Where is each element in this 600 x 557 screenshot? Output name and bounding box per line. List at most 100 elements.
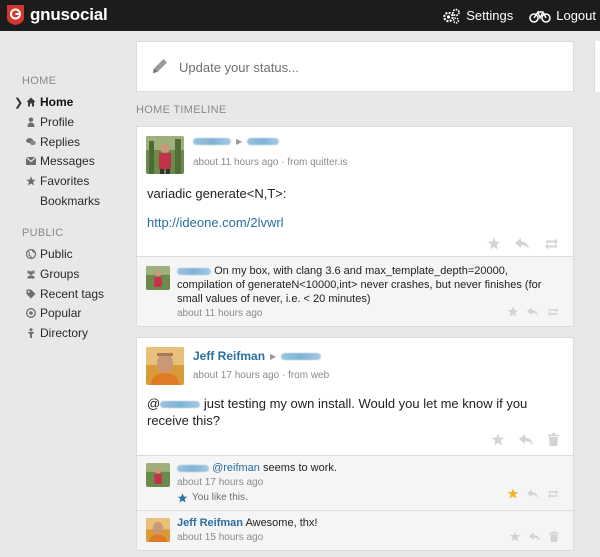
- repeat-button[interactable]: [547, 307, 559, 317]
- logout-link[interactable]: Logout: [529, 8, 596, 23]
- reply-button[interactable]: [527, 488, 539, 499]
- notice-author-line: Jeff Reifman ▶: [193, 349, 322, 363]
- right-panel-edge: [594, 41, 600, 92]
- settings-link[interactable]: Settings: [442, 8, 513, 24]
- reply-actions: [495, 531, 559, 542]
- top-bar: gnusocial Settings Logout: [0, 0, 600, 31]
- reply-button[interactable]: [515, 237, 530, 250]
- star-icon: [177, 492, 188, 502]
- star-filled-icon: [507, 488, 519, 499]
- author-name-redacted[interactable]: [177, 464, 209, 472]
- notice-source: · from web: [281, 370, 330, 381]
- favorite-button[interactable]: [507, 306, 519, 317]
- avatar[interactable]: [146, 347, 184, 385]
- favorite-button[interactable]: [509, 531, 521, 542]
- notice-actions: [477, 433, 559, 446]
- sidebar-item-label: Replies: [40, 135, 81, 149]
- public-section-heading: PUBLIC: [22, 227, 64, 239]
- notice-text: just testing my own install. Would you l…: [147, 396, 528, 428]
- reply-text: Awesome, thx!: [245, 517, 318, 529]
- reply-button[interactable]: [529, 531, 541, 542]
- sidebar-item-messages[interactable]: Messages: [26, 153, 95, 169]
- avatar[interactable]: [146, 463, 170, 487]
- brand-logo[interactable]: gnusocial: [6, 4, 108, 26]
- star-icon: [26, 176, 36, 186]
- gnusocial-logo-icon: [7, 5, 24, 25]
- avatar[interactable]: [146, 266, 170, 290]
- star-icon: [491, 433, 505, 446]
- repeat-icon: [547, 307, 559, 316]
- sidebar-item-label: Groups: [40, 267, 80, 281]
- liked-by-line: You like this.: [177, 492, 248, 503]
- recipient-name-redacted[interactable]: [247, 138, 280, 145]
- reply-text-block: Jeff Reifman Awesome, thx!: [177, 516, 317, 530]
- sidebar-item-directory[interactable]: Directory: [26, 325, 88, 341]
- notice-meta: about 17 hours ago · from web: [193, 370, 329, 381]
- directory-icon: [26, 328, 36, 338]
- sidebar-item-home[interactable]: Home: [26, 94, 73, 110]
- unfavorite-button[interactable]: [507, 488, 519, 499]
- settings-label: Settings: [466, 8, 514, 23]
- sidebar-item-label: Directory: [40, 326, 89, 340]
- star-icon: [507, 306, 519, 317]
- sidebar-item-label: Bookmarks: [40, 194, 101, 208]
- logout-label: Logout: [556, 8, 596, 23]
- reply-timestamp[interactable]: about 15 hours ago: [177, 532, 263, 543]
- notice: ▶ about 11 hours ago · from quitter.is v…: [136, 126, 574, 257]
- notice-meta: about 11 hours ago · from quitter.is: [193, 157, 347, 168]
- author-name[interactable]: Jeff Reifman: [177, 517, 243, 529]
- sidebar-item-public[interactable]: Public: [26, 246, 73, 262]
- liked-text: You like this.: [192, 492, 248, 503]
- reply-notice: @reifman seems to work. about 17 hours a…: [136, 456, 574, 511]
- reply-text: seems to work.: [262, 462, 337, 474]
- sidebar-item-label: Messages: [40, 154, 95, 168]
- sidebar-item-replies[interactable]: Replies: [26, 134, 80, 150]
- avatar[interactable]: [146, 136, 184, 174]
- sidebar-item-groups[interactable]: Groups: [26, 266, 79, 282]
- sidebar-item-label: Home: [40, 95, 74, 109]
- pencil-icon: [153, 59, 167, 73]
- author-name-redacted[interactable]: [193, 138, 231, 145]
- repeat-button[interactable]: [547, 489, 559, 499]
- status-placeholder: Update your status...: [179, 60, 299, 75]
- mention-link[interactable]: @reifman: [212, 462, 260, 474]
- reply-button[interactable]: [519, 433, 534, 446]
- reply-timestamp[interactable]: about 11 hours ago: [177, 308, 262, 319]
- reply-button[interactable]: [527, 306, 539, 317]
- reply-arrow-icon: [527, 488, 539, 498]
- reply-text: On my box, with clang 3.6 and max_templa…: [177, 265, 542, 305]
- sidebar-item-popular[interactable]: Popular: [26, 305, 81, 321]
- sidebar-item-favorites[interactable]: Favorites: [26, 173, 89, 189]
- author-name-redacted[interactable]: [177, 267, 211, 275]
- reply-arrow-icon: [515, 237, 529, 249]
- sidebar: HOME ❯ Home Profile Replies Messages Fav…: [0, 31, 135, 557]
- favorite-button[interactable]: [487, 237, 501, 250]
- sidebar-item-label: Recent tags: [40, 287, 105, 301]
- repeat-button[interactable]: [544, 238, 559, 250]
- star-icon: [487, 237, 501, 250]
- avatar[interactable]: [146, 518, 170, 542]
- status-update-box[interactable]: Update your status...: [136, 41, 574, 92]
- sidebar-item-profile[interactable]: Profile: [26, 114, 74, 130]
- active-caret-icon: ❯: [14, 97, 24, 109]
- brand-name: gnusocial: [30, 5, 108, 24]
- favorite-button[interactable]: [491, 433, 505, 446]
- group-icon: [26, 269, 36, 279]
- sidebar-item-bookmarks[interactable]: Bookmarks: [40, 193, 100, 209]
- author-name[interactable]: Jeff Reifman: [193, 349, 265, 363]
- notice-link[interactable]: http://ideone.com/2lvwrl: [147, 214, 284, 231]
- reply-timestamp[interactable]: about 17 hours ago: [177, 477, 263, 488]
- reply-actions: [493, 488, 559, 499]
- home-section-heading: HOME: [22, 75, 57, 87]
- notice-timestamp[interactable]: about 17 hours ago: [193, 370, 279, 381]
- notice-author-line: ▶: [193, 137, 280, 146]
- sidebar-item-recent-tags[interactable]: Recent tags: [26, 286, 104, 302]
- delete-button[interactable]: [549, 531, 559, 542]
- mention-name-redacted[interactable]: [160, 401, 201, 409]
- recipient-name-redacted[interactable]: [281, 352, 322, 360]
- sidebar-item-label: Profile: [40, 115, 75, 129]
- arrow-right-icon: ▶: [270, 351, 277, 361]
- delete-button[interactable]: [548, 433, 559, 446]
- notice-timestamp[interactable]: about 11 hours ago: [193, 157, 278, 168]
- sidebar-item-label: Favorites: [40, 174, 90, 188]
